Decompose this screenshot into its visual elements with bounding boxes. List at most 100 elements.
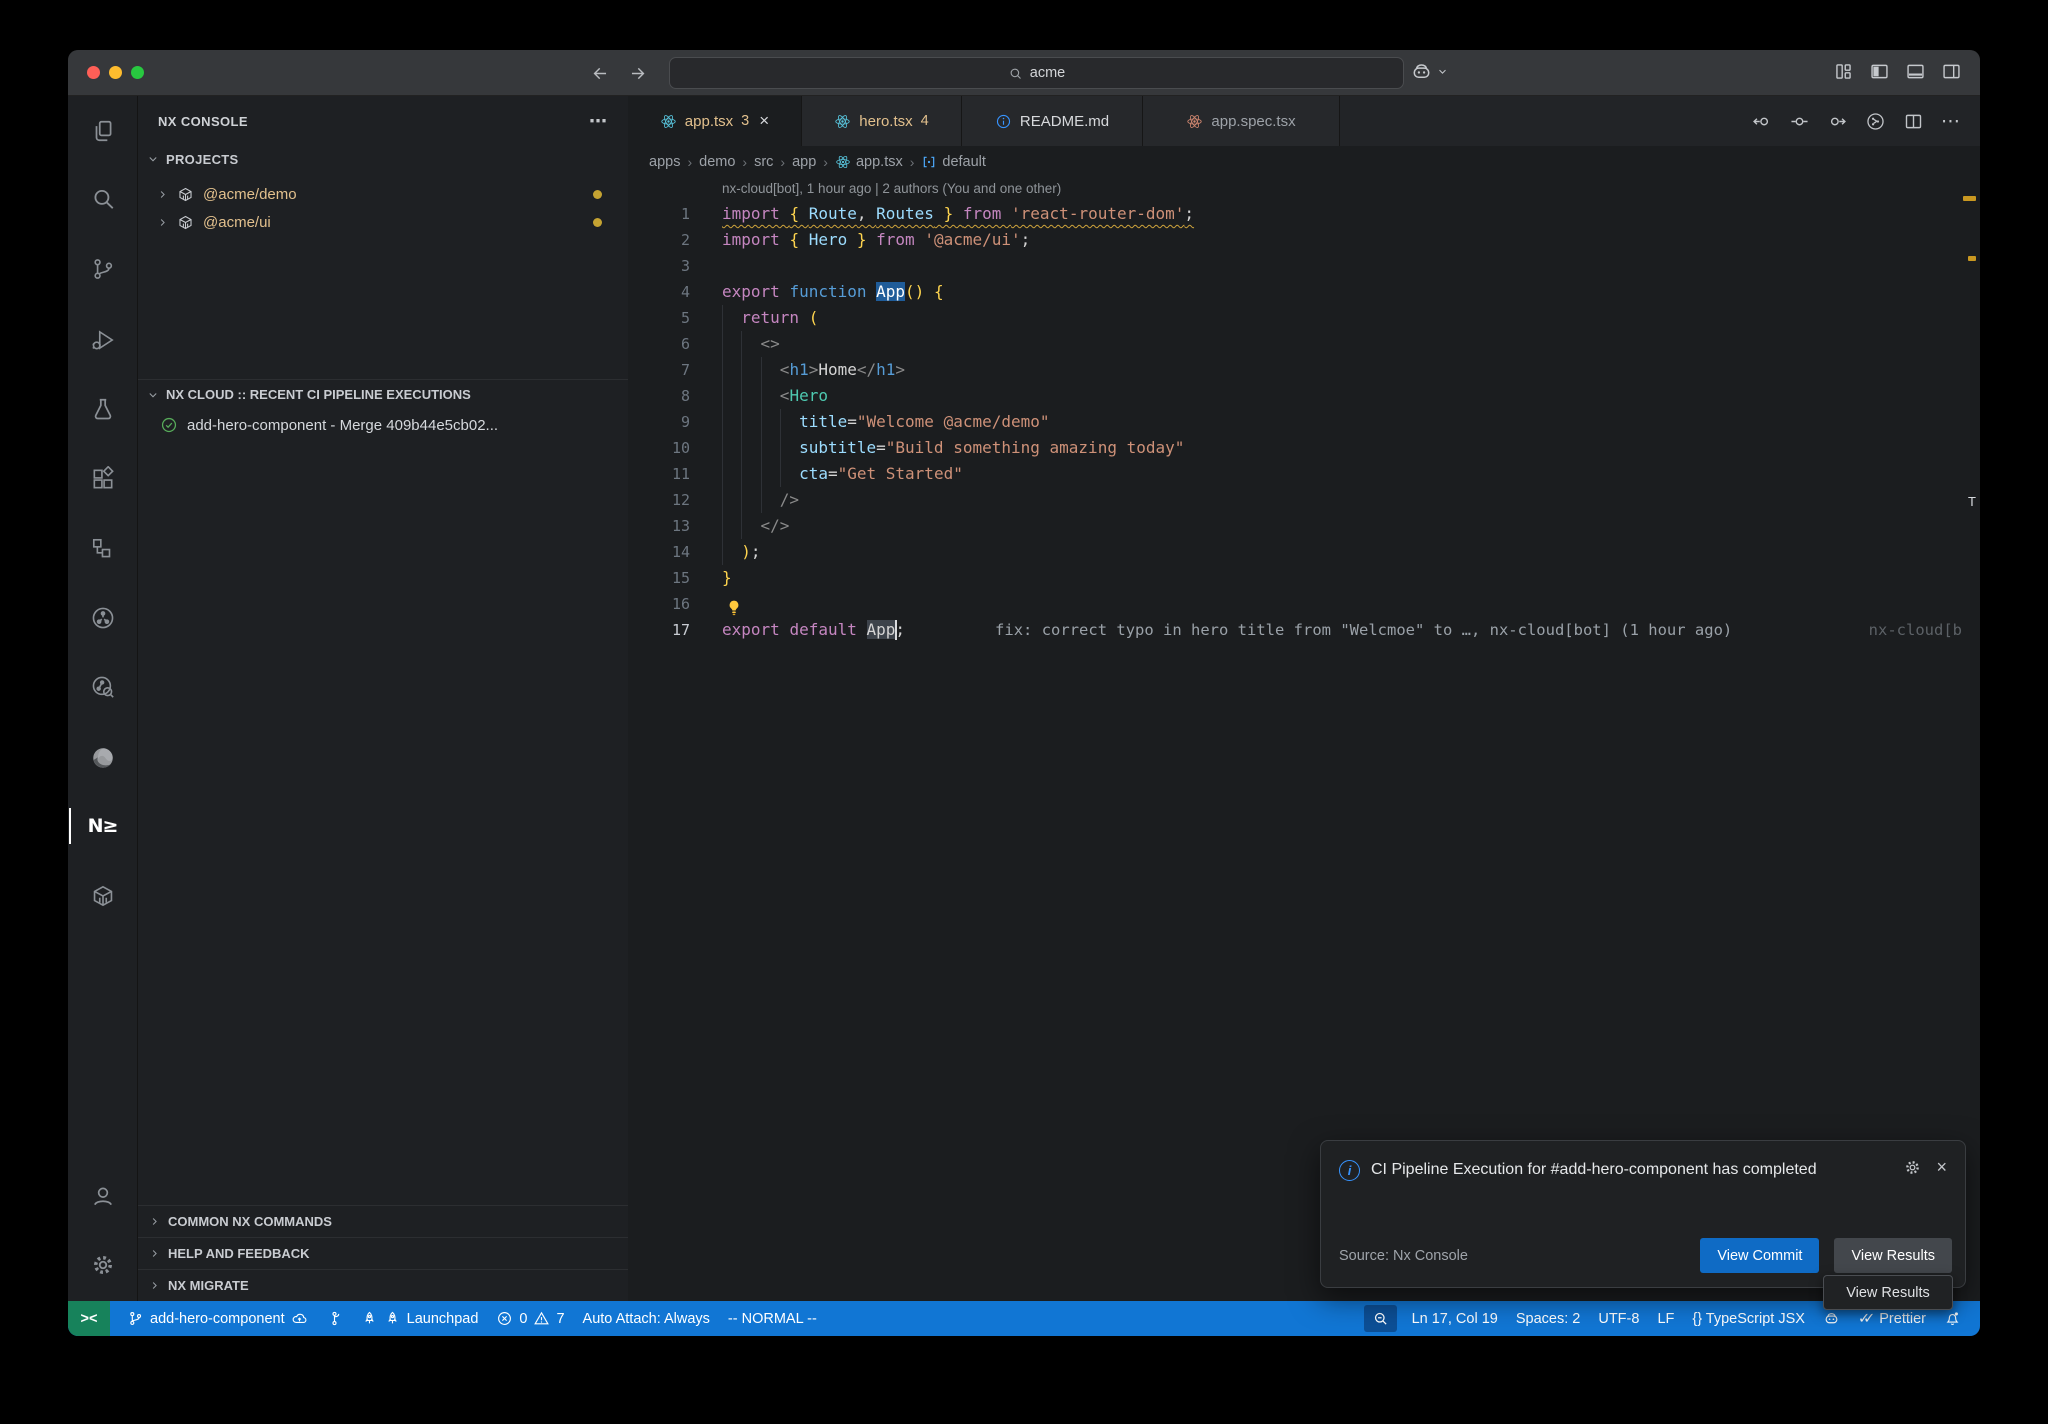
activity-item-explorer[interactable]	[68, 107, 137, 155]
breadcrumb-item-apps[interactable]: apps	[649, 154, 680, 170]
code-line[interactable]: 2import { Hero } from '@acme/ui';	[628, 227, 1980, 253]
tab-hero.tsx[interactable]: hero.tsx4	[802, 96, 962, 146]
code-line[interactable]: 13 </>	[628, 513, 1980, 539]
customize-layout-icon	[1833, 61, 1854, 82]
chev-right-icon	[156, 188, 169, 201]
status-text: Launchpad	[407, 1311, 479, 1327]
tab-app.tsx[interactable]: app.tsx3×	[628, 96, 802, 146]
copilot-menu[interactable]	[1410, 60, 1449, 83]
activity-item-extensions[interactable]	[68, 455, 137, 503]
pipeline-execution-item[interactable]: add-hero-component - Merge 409b44e5cb02.…	[138, 411, 628, 439]
breadcrumb-item-default[interactable]: default	[921, 154, 986, 170]
status-encoding[interactable]: UTF-8	[1589, 1301, 1648, 1336]
editor-action-change[interactable]	[1789, 111, 1810, 132]
tab-README.md[interactable]: README.md	[962, 96, 1143, 146]
code-line[interactable]: 1import { Route, Routes } from 'react-ro…	[628, 201, 1980, 227]
status-remote-indicator[interactable]: ><	[68, 1301, 110, 1336]
code-editor[interactable]: nx-cloud[bot], 1 hour ago | 2 authors (Y…	[628, 177, 1980, 1301]
status-text: LF	[1657, 1311, 1674, 1327]
activity-item-edge-tools[interactable]	[68, 734, 137, 782]
navigate-back-button[interactable]	[588, 61, 612, 85]
code-line[interactable]: 12 />	[628, 487, 1980, 513]
sidebar-more-actions[interactable]: ⋯	[589, 111, 608, 132]
view-commit-button[interactable]: View Commit	[1700, 1238, 1819, 1273]
code-line[interactable]: 4export function App() {	[628, 279, 1980, 305]
code-line[interactable]: 17export default App;fix: correct typo i…	[628, 617, 1980, 643]
activity-item-commit-search[interactable]	[68, 663, 137, 711]
project-tree-item[interactable]: @acme/ui	[138, 208, 628, 236]
view-results-button[interactable]: View Results	[1834, 1238, 1952, 1273]
breadcrumb-item-app[interactable]: app	[792, 154, 816, 170]
breadcrumb-item-demo[interactable]: demo	[699, 154, 735, 170]
nx-icon: N≥	[88, 815, 118, 837]
sidebar-section-common-nx-commands[interactable]: COMMON NX COMMANDS	[138, 1205, 628, 1237]
copilot-icon	[1410, 60, 1433, 83]
status-auto-attach[interactable]: Auto Attach: Always	[574, 1301, 719, 1336]
project-tree-item[interactable]: @acme/demo	[138, 180, 628, 208]
navigate-forward-button[interactable]	[625, 61, 649, 85]
titlebar-toggle-sidebar[interactable]	[1869, 61, 1890, 82]
nx-cloud-section-header[interactable]: NX CLOUD :: RECENT CI PIPELINE EXECUTION…	[138, 379, 628, 409]
code-line[interactable]: 14 );	[628, 539, 1980, 565]
editor-action-prev-change[interactable]	[1751, 111, 1772, 132]
notification-close-icon[interactable]: ×	[1936, 1158, 1947, 1183]
status-problems[interactable]: 07	[487, 1301, 573, 1336]
code-line[interactable]: 6 <>	[628, 331, 1980, 357]
editor-action-next-change[interactable]	[1827, 111, 1848, 132]
activity-item-references[interactable]	[68, 525, 137, 573]
lightbulb-icon	[724, 598, 744, 618]
activity-item-accounts[interactable]	[68, 1172, 137, 1220]
status-vim-mode[interactable]: -- NORMAL --	[719, 1301, 826, 1336]
status-language-mode[interactable]: {} TypeScript JSX	[1683, 1301, 1814, 1336]
status-ci-pipeline[interactable]	[317, 1301, 352, 1336]
activity-item-settings[interactable]	[68, 1241, 137, 1289]
titlebar-customize-layout[interactable]	[1833, 61, 1854, 82]
editor-action-split-editor[interactable]	[1903, 111, 1924, 132]
notification-settings-gear-icon[interactable]	[1903, 1158, 1922, 1177]
code-line[interactable]: 16	[628, 591, 1980, 617]
command-center-search[interactable]: acme	[669, 57, 1404, 89]
double-check-icon: ✓✓	[1858, 1311, 1868, 1327]
activity-item-gitlens[interactable]	[68, 594, 137, 642]
editor-group: app.tsx3×hero.tsx4README.mdapp.spec.tsx⋯…	[628, 96, 1980, 1301]
breadcrumb-item-app.tsx[interactable]: app.tsx	[835, 154, 903, 170]
tab-close-icon[interactable]: ×	[759, 111, 769, 131]
code-line[interactable]: 3	[628, 253, 1980, 279]
activity-item-source-control[interactable]	[68, 245, 137, 293]
status-zoom-indicator[interactable]	[1364, 1305, 1397, 1332]
pipeline-execution-label: add-hero-component - Merge 409b44e5cb02.…	[187, 417, 498, 434]
code-line[interactable]: 5 return (	[628, 305, 1980, 331]
sidebar-section-nx-migrate[interactable]: NX MIGRATE	[138, 1269, 628, 1301]
minimize-window-button[interactable]	[109, 66, 122, 79]
zoom-window-button[interactable]	[131, 66, 144, 79]
code-line[interactable]: 7 <h1>Home</h1>	[628, 357, 1980, 383]
editor-action-ellipsis[interactable]: ⋯	[1941, 110, 1960, 133]
code-line[interactable]: 8 <Hero	[628, 383, 1980, 409]
activity-item-run-debug[interactable]	[68, 316, 137, 364]
activity-item-nx-console[interactable]: N≥	[68, 802, 137, 850]
references-icon	[90, 536, 116, 562]
status-text: Prettier	[1879, 1311, 1926, 1327]
sidebar-section-help-and-feedback[interactable]: HELP AND FEEDBACK	[138, 1237, 628, 1269]
breadcrumb-item-src[interactable]: src	[754, 154, 773, 170]
search-value: acme	[1030, 65, 1065, 81]
tab-app.spec.tsx[interactable]: app.spec.tsx	[1143, 96, 1340, 146]
git-blame-codelens[interactable]: nx-cloud[bot], 1 hour ago | 2 authors (Y…	[628, 177, 1980, 201]
status-eol[interactable]: LF	[1648, 1301, 1683, 1336]
activity-item-containers[interactable]	[68, 872, 137, 920]
projects-section-header[interactable]: PROJECTS	[138, 146, 628, 172]
editor-action-run-circle[interactable]	[1865, 111, 1886, 132]
titlebar-toggle-secondary-sidebar[interactable]	[1941, 61, 1962, 82]
activity-item-testing[interactable]	[68, 385, 137, 433]
status-cursor-position[interactable]: Ln 17, Col 19	[1403, 1301, 1507, 1336]
code-line[interactable]: 11 cta="Get Started"	[628, 461, 1980, 487]
code-line[interactable]: 9 title="Welcome @acme/demo"	[628, 409, 1980, 435]
activity-item-search[interactable]	[68, 175, 137, 223]
status-indentation[interactable]: Spaces: 2	[1507, 1301, 1590, 1336]
code-line[interactable]: 10 subtitle="Build something amazing tod…	[628, 435, 1980, 461]
status-git-branch[interactable]: add-hero-component	[118, 1301, 317, 1336]
code-line[interactable]: 15}	[628, 565, 1980, 591]
close-window-button[interactable]	[87, 66, 100, 79]
status-launchpad[interactable]: Launchpad	[352, 1301, 488, 1336]
titlebar-toggle-panel[interactable]	[1905, 61, 1926, 82]
